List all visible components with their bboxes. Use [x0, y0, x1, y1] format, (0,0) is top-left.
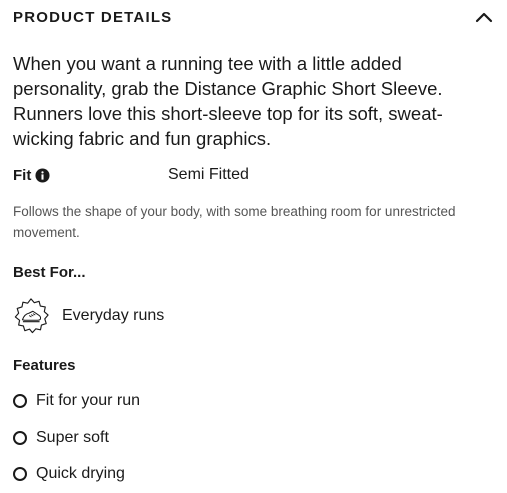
best-for-label: Everyday runs [62, 307, 165, 324]
feature-item: Super soft [13, 427, 109, 449]
best-for-title: Best For... [13, 264, 86, 281]
best-for-item: Everyday runs [12, 296, 164, 336]
section-title: PRODUCT DETAILS [13, 8, 173, 26]
fit-value: Semi Fitted [168, 166, 249, 183]
feature-item: Fit for your run [13, 390, 140, 412]
fit-description: Follows the shape of your body, with som… [13, 204, 456, 240]
feature-label: Quick drying [36, 465, 125, 482]
feature-label: Fit for your run [36, 392, 141, 409]
fit-label: Fit [13, 166, 32, 184]
circle-bullet-icon [13, 467, 27, 481]
features-title: Features [13, 357, 76, 374]
feature-item: Quick drying [13, 463, 125, 485]
circle-bullet-icon [13, 394, 27, 408]
running-shoe-badge-icon [14, 298, 49, 334]
product-details-header[interactable]: PRODUCT DETAILS [13, 6, 493, 28]
fit-row: Fit Semi Fitted [13, 164, 493, 186]
feature-label: Super soft [36, 429, 109, 446]
chevron-up-icon[interactable] [475, 10, 493, 24]
info-icon[interactable] [35, 167, 50, 183]
circle-bullet-icon [13, 431, 27, 445]
product-description: When you want a running tee with a littl… [13, 53, 443, 149]
